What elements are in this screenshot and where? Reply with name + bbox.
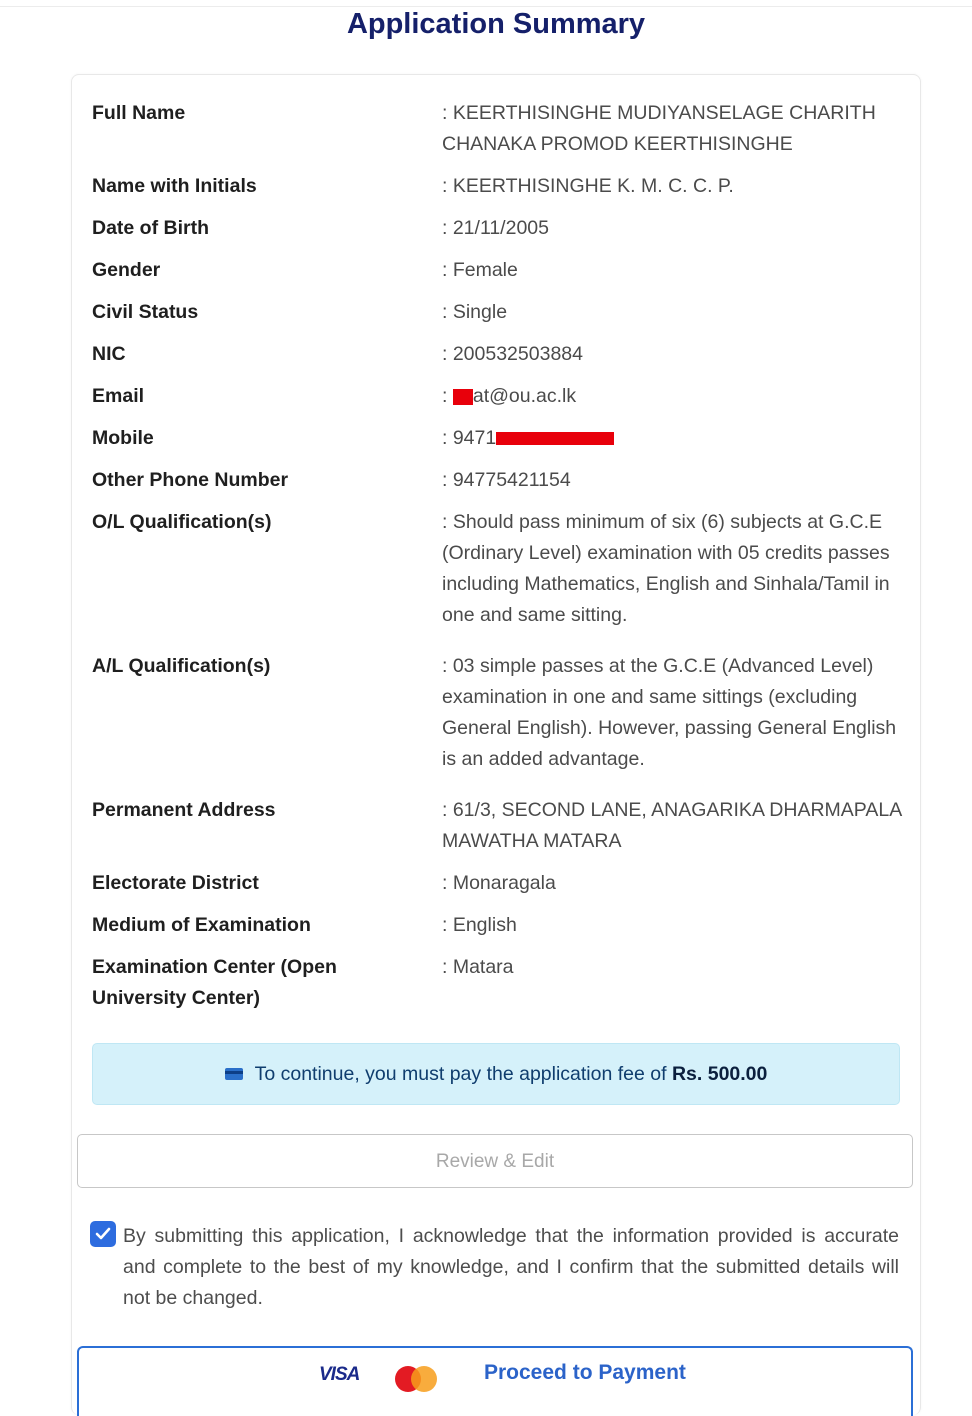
detail-value: : 94775421154 [442, 469, 571, 491]
payment-fee-notice: To continue, you must pay the applicatio… [92, 1043, 900, 1105]
detail-value: : at@ou.ac.lk [442, 381, 902, 412]
detail-row-electorate-district: Electorate District : Monaragala [92, 868, 902, 899]
detail-row-other-phone: Other Phone Number : 94775421154 [92, 465, 902, 496]
detail-value: : KEERTHISINGHE MUDIYANSELAGE CHARITH CH… [442, 102, 876, 155]
detail-label: Medium of Examination [92, 914, 311, 936]
detail-row-medium-of-examination: Medium of Examination : English [92, 910, 902, 941]
detail-label: Electorate District [92, 872, 259, 894]
page-title: Application Summary [346, 8, 646, 40]
detail-row-examination-center: Examination Center (Open University Cent… [92, 952, 902, 1014]
details-list: Full Name : KEERTHISINGHE MUDIYANSELAGE … [92, 98, 902, 1025]
redaction-mark [452, 388, 473, 405]
detail-label: A/L Qualification(s) [92, 655, 271, 677]
detail-value: : KEERTHISINGHE K. M. C. C. P. [442, 175, 734, 197]
detail-label: Full Name [92, 102, 186, 124]
notice-text: To continue, you must pay the applicatio… [254, 1063, 672, 1085]
detail-label: Examination Center (Open University Cent… [92, 956, 337, 1009]
detail-label: Other Phone Number [92, 469, 289, 491]
detail-row-name-with-initials: Name with Initials : KEERTHISINGHE K. M.… [92, 171, 902, 202]
detail-label: Civil Status [92, 301, 199, 323]
detail-row-mobile: Mobile : 9471 [92, 423, 902, 454]
detail-row-email: Email : at@ou.ac.lk [92, 381, 902, 412]
detail-row-ol-qualifications: O/L Qualification(s) : Should pass minim… [92, 507, 902, 631]
detail-value: : Should pass minimum of six (6) subject… [442, 511, 890, 626]
review-edit-button[interactable]: Review & Edit [77, 1134, 913, 1188]
acknowledgement-checkbox[interactable] [90, 1221, 116, 1247]
proceed-to-payment-label: Proceed to Payment [484, 1361, 686, 1384]
detail-value: : Single [442, 301, 508, 323]
detail-value: : 200532503884 [442, 343, 583, 365]
detail-label: Mobile [92, 427, 154, 449]
detail-value: : English [442, 914, 517, 936]
detail-label: O/L Qualification(s) [92, 511, 272, 533]
detail-label: Email [92, 385, 145, 407]
detail-label: NIC [92, 343, 126, 365]
detail-label: Permanent Address [92, 799, 276, 821]
email-text: at@ou.ac.lk [472, 385, 577, 407]
detail-value: : 61/3, SECOND LANE, ANAGARIKA DHARMAPAL… [442, 799, 902, 852]
proceed-to-payment-button[interactable]: VISA Proceed to Payment [77, 1346, 913, 1416]
redaction-mark [496, 432, 615, 446]
detail-label: Name with Initials [92, 175, 257, 197]
detail-value: : 9471 [442, 423, 902, 454]
detail-row-date-of-birth: Date of Birth : 21/11/2005 [92, 213, 902, 244]
checkmark-icon [95, 1227, 111, 1240]
mobile-text: : 9471 [442, 427, 497, 449]
detail-value: : Monaragala [442, 872, 556, 894]
email-prefix: : [442, 385, 453, 407]
detail-row-full-name: Full Name : KEERTHISINGHE MUDIYANSELAGE … [92, 98, 902, 160]
detail-value: : Matara [442, 956, 514, 978]
detail-value: : 21/11/2005 [442, 217, 549, 239]
visa-logo: VISA [319, 1364, 360, 1385]
detail-value: : Female [442, 259, 518, 281]
fee-amount: Rs. 500.00 [671, 1063, 768, 1085]
acknowledgement-text: By submitting this application, I acknow… [123, 1225, 899, 1309]
detail-label: Date of Birth [92, 217, 209, 239]
detail-row-permanent-address: Permanent Address : 61/3, SECOND LANE, A… [92, 795, 902, 857]
credit-card-icon [224, 1067, 243, 1080]
mastercard-icon [395, 1366, 437, 1392]
detail-label: Gender [92, 259, 161, 281]
detail-row-civil-status: Civil Status : Single [92, 297, 902, 328]
detail-row-gender: Gender : Female [92, 255, 902, 286]
detail-row-al-qualifications: A/L Qualification(s) : 03 simple passes … [92, 651, 902, 775]
detail-row-nic: NIC : 200532503884 [92, 339, 902, 370]
detail-value: : 03 simple passes at the G.C.E (Advance… [442, 655, 897, 770]
